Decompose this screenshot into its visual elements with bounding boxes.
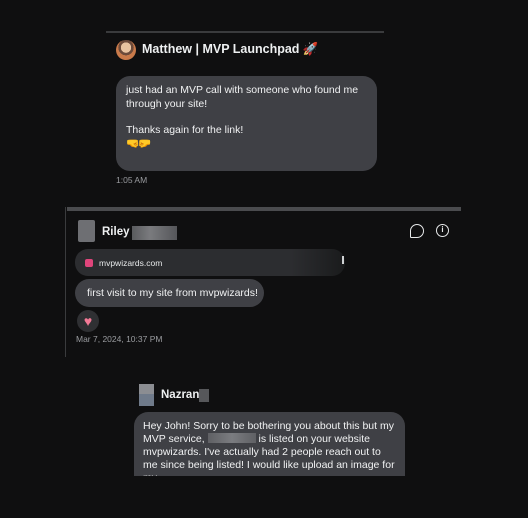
panel2-left-border [65, 207, 66, 357]
link-domain[interactable]: mvpwizards.com [99, 258, 162, 268]
heart-icon: ♥ [83, 313, 93, 329]
message-line: just had an MVP call with someone who fo… [126, 84, 359, 96]
avatar[interactable] [139, 384, 154, 406]
timestamp: 1:05 AM [116, 175, 148, 185]
redaction-block [199, 389, 209, 402]
sender-name[interactable]: Nazran [161, 389, 199, 401]
sender-name[interactable]: Matthew | MVP Launchpad 🚀 [142, 42, 318, 57]
reaction-badge[interactable]: ♥ [77, 310, 99, 332]
site-favicon-icon [85, 258, 93, 267]
link-preview-edge [342, 256, 344, 264]
panel1-divider [106, 31, 384, 33]
message-bubble: first visit to my site from mvpwizards! [75, 279, 264, 307]
panel2-divider [67, 207, 461, 211]
redaction-block [207, 433, 256, 443]
message-bubble: just had an MVP call with someone who fo… [116, 76, 377, 171]
link-preview[interactable]: mvpwizards.com [75, 249, 345, 276]
avatar[interactable] [116, 40, 136, 60]
redaction-block [132, 226, 177, 240]
message-line: Thanks again for the link! [126, 124, 244, 136]
info-icon[interactable]: i [436, 224, 449, 237]
comment-icon[interactable] [410, 224, 424, 238]
fist-bump-emoji: 🤜🤛 [126, 137, 151, 150]
message-bubble: Hey John! Sorry to be bothering you abou… [134, 412, 405, 476]
message-line: through your site! [126, 97, 208, 110]
sender-name[interactable]: Riley [102, 226, 130, 238]
timestamp: Mar 7, 2024, 10:37 PM [76, 334, 163, 344]
avatar[interactable] [78, 220, 95, 242]
